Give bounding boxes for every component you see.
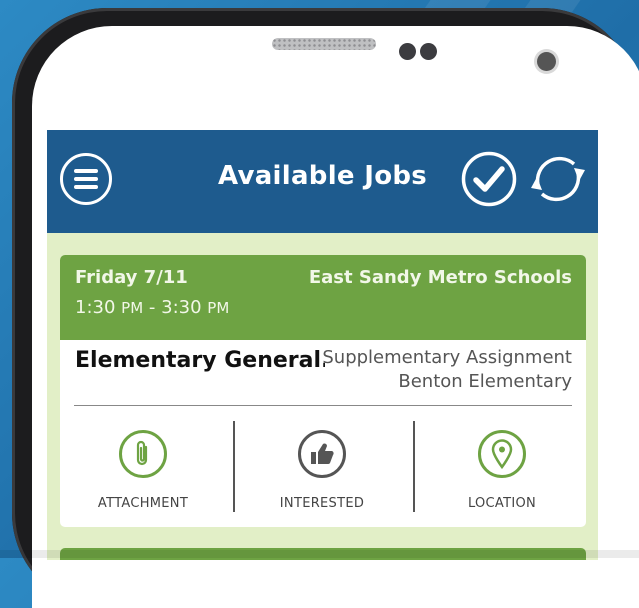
job-card-header: Friday 7/11 East Sandy Metro Schools 1:3… (60, 255, 586, 340)
job-time: 1:30 PM - 3:30 PM (75, 297, 230, 318)
job-date: Friday 7/11 (75, 267, 188, 288)
action-separator (413, 421, 415, 512)
divider (74, 405, 572, 406)
location-label: LOCATION (467, 496, 537, 511)
job-school: Benton Elementary (398, 371, 572, 392)
interested-button[interactable]: INTERESTED (247, 430, 397, 511)
map-pin-icon (491, 439, 513, 469)
job-card[interactable]: Friday 7/11 East Sandy Metro Schools 1:3… (60, 255, 586, 527)
interested-label: INTERESTED (279, 496, 365, 511)
phone-speaker (272, 38, 376, 50)
job-assignment: Supplementary Assignment (322, 347, 572, 368)
refresh-icon[interactable] (529, 150, 587, 208)
job-title: Elementary General... (75, 348, 325, 373)
attachment-label: ATTACHMENT (97, 496, 189, 511)
app-screen: Available Jobs Friday 7/11 East Sandy Me… (47, 130, 598, 560)
phone-sensor (399, 43, 416, 60)
attachment-button[interactable]: ATTACHMENT (68, 430, 218, 511)
job-district: East Sandy Metro Schools (308, 267, 572, 288)
checkmark-circle-icon[interactable] (460, 150, 518, 208)
phone-camera (537, 52, 556, 71)
action-separator (233, 421, 235, 512)
thumbs-up-icon (311, 443, 334, 465)
paperclip-icon (136, 440, 148, 466)
location-button[interactable]: LOCATION (427, 430, 577, 511)
app-bar: Available Jobs (47, 130, 598, 233)
bottom-shadow (0, 550, 639, 558)
phone-sensor (420, 43, 437, 60)
